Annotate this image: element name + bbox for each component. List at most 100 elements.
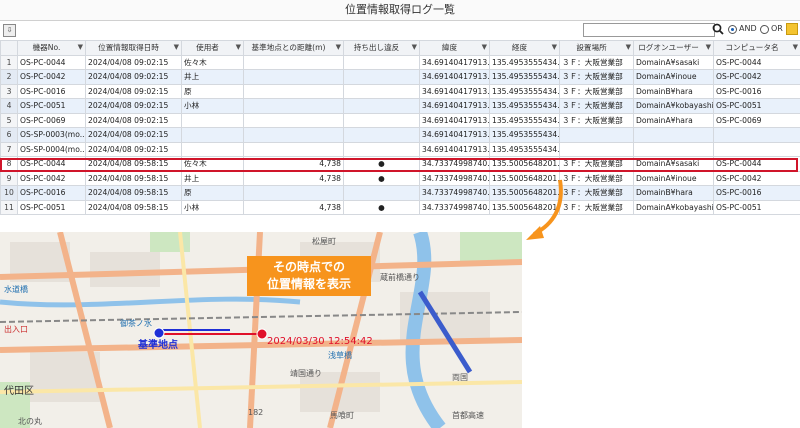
table-cell: 2024/04/08 09:02:15 — [85, 83, 182, 99]
column-header[interactable]: ログオンユーザー ▼ — [633, 40, 714, 56]
filter-icon[interactable]: ▼ — [482, 43, 487, 51]
column-header[interactable]: 基準地点との距離(m) ▼ — [243, 40, 344, 56]
table-cell: 2024/04/08 09:58:15 — [85, 156, 182, 172]
table-cell: OS-PC-0044 — [17, 156, 86, 172]
table-cell: 2024/04/08 09:02:15 — [85, 112, 182, 128]
table-cell: 佐々木 — [181, 54, 244, 70]
table-cell: OS-PC-0051 — [713, 199, 800, 215]
table-cell: OS-PC-0044 — [713, 54, 800, 70]
table-cell: ● — [343, 170, 420, 186]
filter-icon[interactable]: ▼ — [793, 43, 798, 51]
filter-icon[interactable]: ▼ — [336, 43, 341, 51]
table-cell: ３Ｆ：大阪営業部 — [559, 54, 634, 70]
column-header[interactable]: 経度 ▼ — [489, 40, 560, 56]
filter-icon[interactable]: ▼ — [552, 43, 557, 51]
search-input[interactable] — [583, 23, 715, 37]
table-cell: 34.69140417913... — [419, 112, 490, 128]
table-row[interactable]: 9 OS-PC-0042 2024/04/08 09:58:15 井上 4,738 ● 34… — [0, 170, 800, 186]
table-row[interactable]: 7 OS-SP-0004(mo... 2024/04/08 09:02:15 34.6… — [0, 141, 800, 157]
table-row[interactable]: 5 OS-PC-0069 2024/04/08 09:02:15 34.6914041… — [0, 112, 800, 128]
callout-box: その時点での 位置情報を表示 — [247, 256, 371, 296]
table-row[interactable]: 3 OS-PC-0016 2024/04/08 09:02:15 原 34.691404… — [0, 83, 800, 99]
table-cell: 9 — [0, 170, 18, 186]
window-title: 位置情報取得ログ一覧 — [0, 0, 800, 21]
callout-line2: 位置情報を表示 — [266, 277, 351, 291]
map-label: 蔵前橋通り — [380, 273, 420, 282]
table-cell — [343, 69, 420, 85]
search-icon[interactable] — [712, 23, 724, 35]
table-cell — [243, 83, 344, 99]
filter-icon[interactable]: ▼ — [412, 43, 417, 51]
table-row[interactable]: 2 OS-PC-0042 2024/04/08 09:02:15 井上 34.69140… — [0, 69, 800, 85]
table-cell: 4 — [0, 98, 18, 114]
table-cell — [243, 69, 344, 85]
map-label: 出入口 — [4, 325, 28, 334]
table-cell: 135.4953555434... — [489, 112, 560, 128]
filter-icon[interactable]: ▼ — [626, 43, 631, 51]
column-header[interactable]: 機器No. ▼ — [17, 40, 86, 56]
table-cell: ３Ｆ：大阪営業部 — [559, 69, 634, 85]
memo-icon[interactable] — [786, 23, 798, 35]
table-cell: 34.73374998740... — [419, 185, 490, 201]
column-header[interactable]: 使用者 ▼ — [181, 40, 244, 56]
map-label: 御茶ノ水 — [120, 319, 152, 328]
device-location-marker — [256, 328, 268, 340]
table-cell: DomainA¥kobayashi — [633, 199, 714, 215]
table-cell — [181, 112, 244, 128]
table-cell: 小林 — [181, 98, 244, 114]
table-cell: OS-PC-0044 — [713, 156, 800, 172]
table-cell — [181, 141, 244, 157]
table-row[interactable]: 8 OS-PC-0044 2024/04/08 09:58:15 佐々木 4,738 ● 3… — [0, 156, 800, 172]
column-header[interactable]: 設置場所 ▼ — [559, 40, 634, 56]
table-cell — [243, 112, 344, 128]
or-radio[interactable] — [760, 25, 769, 34]
table-cell: DomainB¥hara — [633, 83, 714, 99]
map-label: 両国 — [452, 373, 468, 382]
filter-icon[interactable]: ▼ — [78, 43, 83, 51]
base-point-label: 基準地点 — [138, 340, 178, 351]
table-cell: OS-PC-0051 — [17, 199, 86, 215]
table-cell — [343, 112, 420, 128]
filter-icon[interactable]: ▼ — [174, 43, 179, 51]
table-cell: 2024/04/08 09:02:15 — [85, 141, 182, 157]
table-cell — [181, 127, 244, 143]
table-row[interactable]: 6 OS-SP-0003(mo... 2024/04/08 09:02:15 34.6… — [0, 127, 800, 143]
column-header[interactable]: 持ち出し違反 ▼ — [343, 40, 420, 56]
row-number-header — [0, 40, 18, 56]
map-label: 浅草橋 — [328, 351, 352, 360]
table-cell: OS-PC-0051 — [17, 98, 86, 114]
table-cell — [243, 185, 344, 201]
and-radio[interactable] — [728, 25, 737, 34]
table-cell: 135.4953555434... — [489, 141, 560, 157]
table-cell: 5 — [0, 112, 18, 128]
table-cell: 135.4953555434... — [489, 127, 560, 143]
export-icon[interactable]: ⇩ — [3, 24, 16, 37]
table-row[interactable]: 11 OS-PC-0051 2024/04/08 09:58:15 小林 4,738 ● 3… — [0, 199, 800, 215]
table-row[interactable]: 10 OS-PC-0016 2024/04/08 09:58:15 原 34.73374… — [0, 185, 800, 201]
column-header-label: 持ち出し違反 — [353, 43, 400, 53]
table-row[interactable]: 1 OS-PC-0044 2024/04/08 09:02:15 佐々木 34.6914… — [0, 54, 800, 70]
table-cell: ３Ｆ：大阪営業部 — [559, 156, 634, 172]
map-label: 182 — [248, 408, 264, 417]
column-header[interactable]: 緯度 ▼ — [419, 40, 490, 56]
table-cell: OS-PC-0016 — [713, 185, 800, 201]
column-header[interactable]: 位置情報取得日時 ▼ — [85, 40, 182, 56]
table-cell: 2024/04/08 09:02:15 — [85, 54, 182, 70]
table-cell — [343, 54, 420, 70]
table-cell: ３Ｆ：大阪営業部 — [559, 83, 634, 99]
filter-icon[interactable]: ▼ — [236, 43, 241, 51]
column-header[interactable]: コンピュータ名 ▼ — [713, 40, 800, 56]
table-cell: DomainA¥inoue — [633, 69, 714, 85]
table-cell — [343, 127, 420, 143]
table-cell: ３Ｆ：大阪営業部 — [559, 98, 634, 114]
filter-icon[interactable]: ▼ — [706, 43, 711, 51]
table-cell — [633, 127, 714, 143]
table-row[interactable]: 4 OS-PC-0051 2024/04/08 09:02:15 小林 34.69140… — [0, 98, 800, 114]
table-cell: 2024/04/08 09:58:15 — [85, 185, 182, 201]
table-cell — [343, 98, 420, 114]
table-cell: 4,738 — [243, 199, 344, 215]
table-cell: 34.69140417913... — [419, 141, 490, 157]
table-cell: OS-PC-0016 — [17, 185, 86, 201]
table-cell: 34.69140417913... — [419, 69, 490, 85]
table-cell — [243, 141, 344, 157]
